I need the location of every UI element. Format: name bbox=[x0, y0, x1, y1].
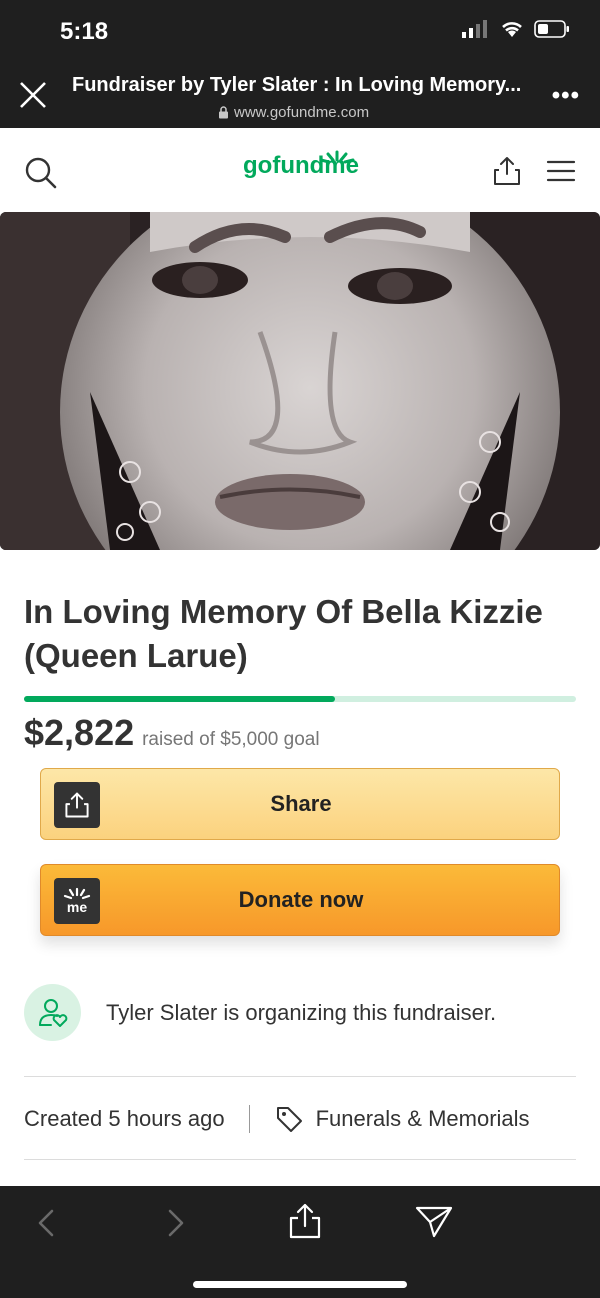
status-time: 5:18 bbox=[60, 18, 109, 45]
status-icons bbox=[460, 20, 570, 38]
forward-icon[interactable] bbox=[164, 1208, 188, 1238]
signal-icon bbox=[462, 20, 487, 38]
campaign-content: In Loving Memory Of Bella Kizzie (Queen … bbox=[24, 590, 576, 678]
progress-fill bbox=[24, 696, 336, 702]
divider-bottom bbox=[24, 1159, 576, 1160]
tag-icon bbox=[276, 1107, 302, 1132]
meta-row: Created 5 hours ago Funerals & Memorials bbox=[24, 1104, 576, 1134]
battery-icon bbox=[534, 20, 569, 38]
raised-amount: $2,822 bbox=[24, 712, 135, 753]
menu-icon[interactable] bbox=[546, 160, 576, 182]
share-icon[interactable] bbox=[490, 154, 524, 188]
divider-top bbox=[24, 1076, 576, 1077]
status-bar: 5:18 bbox=[0, 0, 600, 64]
organizer-avatar bbox=[24, 984, 81, 1041]
organizer-row: Tyler Slater is organizing this fundrais… bbox=[24, 984, 576, 1042]
goal-text: raised of $5,000 goal bbox=[142, 729, 320, 750]
logo-burst-icon bbox=[319, 150, 355, 164]
back-icon[interactable] bbox=[34, 1208, 58, 1238]
donate-button-label: Donate now bbox=[238, 887, 364, 912]
browser-page-title: Fundraiser by Tyler Slater : In Loving M… bbox=[72, 74, 522, 96]
hero-photo[interactable] bbox=[0, 212, 600, 550]
category-link[interactable]: Funerals & Memorials bbox=[316, 1106, 530, 1132]
home-indicator[interactable] bbox=[193, 1281, 407, 1288]
close-icon[interactable] bbox=[18, 80, 48, 110]
browser-url: www.gofundme.com bbox=[218, 104, 369, 121]
created-text: Created 5 hours ago bbox=[24, 1106, 225, 1131]
donate-button[interactable]: me Donate now bbox=[40, 864, 560, 936]
send-icon[interactable] bbox=[414, 1204, 454, 1240]
campaign-title: In Loving Memory Of Bella Kizzie (Queen … bbox=[24, 593, 543, 674]
more-icon[interactable]: ••• bbox=[552, 82, 580, 110]
share-button-label: Share bbox=[270, 791, 332, 816]
url-text: www.gofundme.com bbox=[234, 104, 370, 121]
portrait-image bbox=[0, 212, 600, 550]
site-header: gofundme bbox=[0, 128, 600, 212]
meta-separator bbox=[248, 1105, 250, 1133]
wifi-icon bbox=[502, 22, 522, 37]
organizer-text: Tyler Slater is organizing this fundrais… bbox=[106, 1000, 497, 1025]
share-button[interactable]: Share bbox=[40, 768, 560, 840]
browser-bar: Fundraiser by Tyler Slater : In Loving M… bbox=[0, 64, 600, 128]
amount-row: $2,822 raised of $5,000 goal bbox=[24, 712, 320, 754]
person-heart-icon bbox=[38, 998, 67, 1027]
lock-icon bbox=[219, 106, 228, 119]
progress-bar bbox=[24, 696, 576, 702]
search-icon[interactable] bbox=[24, 156, 58, 190]
share-icon[interactable] bbox=[287, 1202, 323, 1240]
